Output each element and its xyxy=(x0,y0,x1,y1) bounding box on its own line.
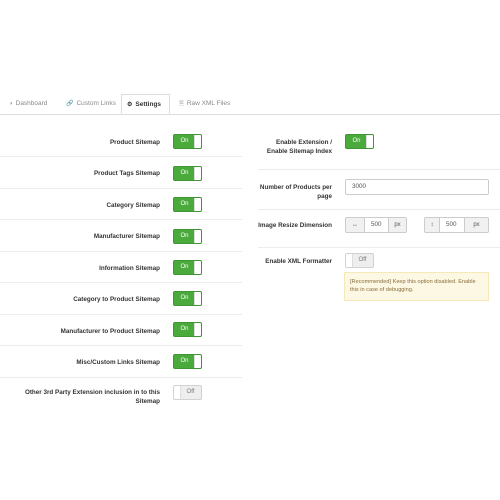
recommendation-alert: [Recommended] Keep this option disabled.… xyxy=(344,272,489,301)
information-sitemap-toggle[interactable]: On xyxy=(173,260,202,275)
enable-extension-toggle[interactable]: On xyxy=(345,134,374,149)
setting-row: Category Sitemap On xyxy=(0,189,242,220)
tab-settings[interactable]: ⚙ Settings xyxy=(121,94,170,114)
gears-icon: ⚙ xyxy=(127,102,133,108)
product-tags-sitemap-toggle[interactable]: On xyxy=(173,166,202,181)
image-height-input[interactable]: 500 xyxy=(439,217,465,233)
height-unit-addon: px xyxy=(464,217,489,233)
misc-custom-links-sitemap-toggle[interactable]: On xyxy=(173,354,202,369)
setting-label: Category Sitemap xyxy=(106,202,160,209)
toggle-knob xyxy=(194,167,201,180)
setting-label: Information Sitemap xyxy=(99,265,160,272)
file-code-icon: 🗎 xyxy=(179,101,184,107)
setting-row: Product Tags Sitemap On xyxy=(0,157,242,189)
toggle-knob xyxy=(366,135,373,148)
category-sitemap-toggle[interactable]: On xyxy=(173,197,202,212)
image-resize-label: Image Resize Dimension xyxy=(258,222,332,229)
setting-label: Manufacturer to Product Sitemap xyxy=(60,328,160,335)
toggle-knob xyxy=(194,323,201,336)
setting-row: Information Sitemap On xyxy=(0,252,242,283)
setting-label: Product Tags Sitemap xyxy=(93,170,160,177)
enable-extension-label: Enable Extension / Enable Sitemap Index xyxy=(266,139,332,155)
setting-row: Category to Product Sitemap On xyxy=(0,283,242,315)
arrows-v-icon: ↕ xyxy=(424,217,440,233)
settings-tabs: ◑ Dashboard 🔗 Custom Links ⚙ Settings 🗎 Raw … xyxy=(0,94,500,115)
tab-custom-links[interactable]: 🔗 Custom Links xyxy=(61,95,121,113)
xml-formatter-label: Enable XML Formatter xyxy=(265,258,332,265)
manufacturer-to-product-sitemap-toggle[interactable]: On xyxy=(173,322,202,337)
width-unit-addon: px xyxy=(388,217,407,233)
setting-row: Other 3rd Party Extension inclusion in t… xyxy=(0,378,242,414)
setting-row: Manufacturer to Product Sitemap On xyxy=(0,315,242,346)
toggle-knob xyxy=(194,292,201,305)
products-per-page-label: Number of Products per page xyxy=(259,184,332,200)
toggle-knob xyxy=(194,261,201,274)
products-per-page-input[interactable]: 3000 xyxy=(345,179,489,195)
setting-label: Category to Product Sitemap xyxy=(73,296,160,303)
manufacturer-sitemap-toggle[interactable]: On xyxy=(173,229,202,244)
setting-label: Misc/Custom Links Sitemap xyxy=(76,359,160,366)
category-to-product-sitemap-toggle[interactable]: On xyxy=(173,291,202,306)
setting-row: Product Sitemap On xyxy=(0,126,242,157)
link-icon: 🔗 xyxy=(66,101,74,107)
setting-label: Manufacturer Sitemap xyxy=(93,233,160,240)
image-width-input[interactable]: 500 xyxy=(364,217,389,233)
tab-raw-xml-files[interactable]: 🗎 Raw XML Files xyxy=(174,95,235,113)
toggle-knob xyxy=(194,230,201,243)
setting-label: Other 3rd Party Extension inclusion in t… xyxy=(24,389,160,405)
dashboard-icon: ◑ xyxy=(9,101,13,107)
toggle-knob xyxy=(194,135,201,148)
third-party-extension-toggle[interactable]: Off xyxy=(173,385,202,400)
tab-dashboard[interactable]: ◑ Dashboard xyxy=(4,95,52,113)
toggle-knob xyxy=(194,355,201,368)
setting-row: Manufacturer Sitemap On xyxy=(0,220,242,252)
xml-formatter-toggle[interactable]: Off xyxy=(345,253,374,268)
setting-label: Product Sitemap xyxy=(109,139,160,146)
setting-row: Enable Extension / Enable Sitemap Index … xyxy=(258,126,500,170)
toggle-knob xyxy=(194,198,201,211)
arrows-h-icon: ↔ xyxy=(345,217,365,233)
product-sitemap-toggle[interactable]: On xyxy=(173,134,202,149)
setting-row: Misc/Custom Links Sitemap On xyxy=(0,346,242,378)
